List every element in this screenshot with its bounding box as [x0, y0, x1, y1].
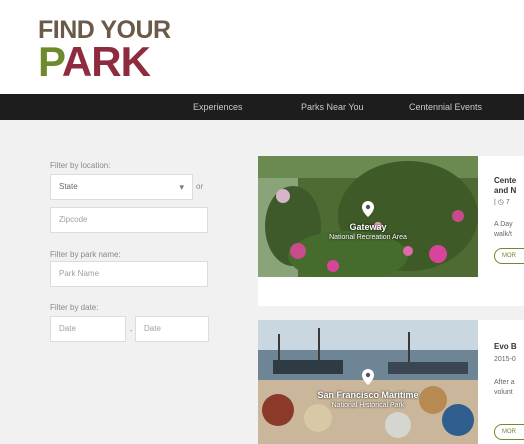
event-title-line1: Evo B	[494, 342, 517, 351]
park-name: San Francisco Maritime	[317, 390, 419, 400]
date-range-dash: -	[130, 326, 133, 335]
park-name: Gateway	[349, 222, 387, 232]
logo-line2: PARK	[38, 41, 171, 83]
state-select-value: State	[59, 182, 78, 191]
event-card[interactable]: Gateway National Recreation Area Cente a…	[258, 156, 524, 306]
or-text: or	[196, 182, 204, 191]
park-photo-san-francisco-maritime[interactable]: San Francisco Maritime National Historic…	[258, 320, 478, 444]
park-type: National Recreation Area	[329, 234, 407, 241]
event-title-line1: Cente	[494, 176, 517, 185]
site-header: FIND YOUR PARK	[0, 0, 524, 94]
park-type: National Historical Park	[331, 402, 405, 409]
date-from-input[interactable]: Date	[50, 316, 126, 342]
more-button[interactable]: MOR	[494, 424, 524, 440]
more-button[interactable]: MOR	[494, 248, 524, 264]
event-card[interactable]: San Francisco Maritime National Historic…	[258, 320, 524, 444]
location-pin-icon	[362, 369, 374, 385]
nav-parks-near-you[interactable]: Parks Near You	[301, 94, 364, 120]
event-meta: | ◷ 7	[494, 198, 524, 208]
find-your-park-logo[interactable]: FIND YOUR PARK	[38, 18, 171, 83]
event-title[interactable]: Cente and N	[494, 176, 524, 196]
event-title-line2: and N	[494, 186, 517, 195]
filter-location-label: Filter by location:	[50, 161, 111, 170]
event-meta-text: | ◷ 7	[494, 199, 510, 206]
event-desc-line1: After a	[494, 379, 515, 386]
date-to-input[interactable]: Date	[135, 316, 209, 342]
nav-centennial-events[interactable]: Centennial Events	[409, 94, 482, 120]
event-description: After a volunt	[494, 378, 524, 398]
filter-park-name-label: Filter by park name:	[50, 250, 121, 259]
main-nav: Experiences Parks Near You Centennial Ev…	[0, 94, 524, 120]
event-desc-line1: A Day	[494, 221, 513, 228]
zipcode-input[interactable]: Zipcode	[50, 207, 208, 233]
chevron-down-icon: ▾	[179, 182, 184, 192]
state-select[interactable]: State ▾	[50, 174, 193, 200]
location-pin-icon	[362, 201, 374, 217]
event-desc-line2: walk/t	[494, 231, 512, 238]
park-photo-gateway[interactable]: Gateway National Recreation Area	[258, 156, 478, 277]
logo-letters-ark: ARK	[61, 38, 151, 85]
filter-date-label: Filter by date:	[50, 303, 99, 312]
event-meta: 2015-0	[494, 355, 524, 365]
event-description: A Day walk/t	[494, 220, 524, 240]
nav-experiences[interactable]: Experiences	[193, 94, 243, 120]
logo-letter-p: P	[38, 38, 63, 85]
event-title[interactable]: Evo B	[494, 342, 524, 352]
park-name-input[interactable]: Park Name	[50, 261, 208, 287]
event-meta-text: 2015-0	[494, 356, 516, 363]
event-desc-line2: volunt	[494, 389, 513, 396]
